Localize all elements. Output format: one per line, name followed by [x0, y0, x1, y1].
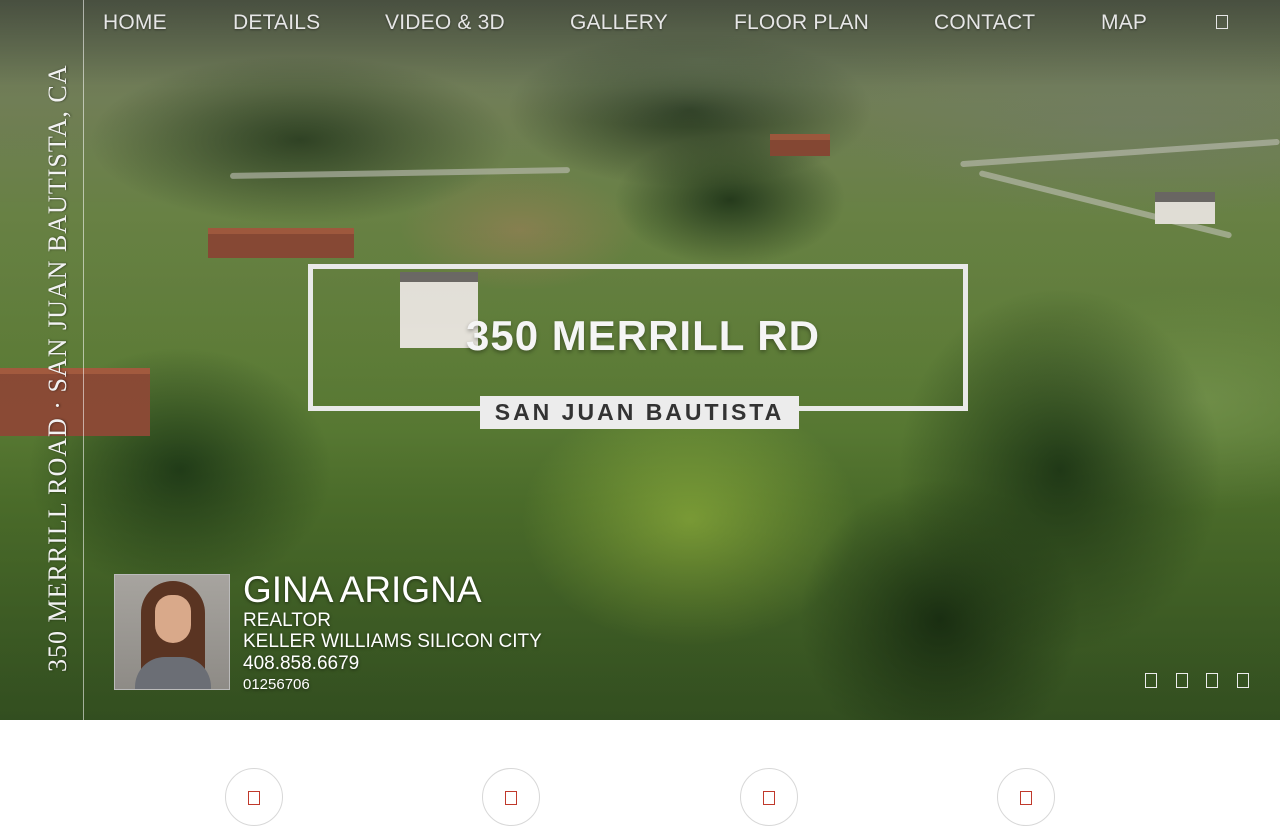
slider-dot[interactable] — [1176, 673, 1188, 688]
agent-company: KELLER WILLIAMS SILICON CITY — [243, 631, 542, 652]
agent-license: 01256706 — [243, 676, 310, 693]
feature-button-1[interactable] — [225, 768, 283, 826]
feature-icon — [1020, 791, 1032, 805]
agent-title: REALTOR — [243, 610, 331, 631]
nav-gallery[interactable]: GALLERY — [570, 11, 668, 35]
feature-button-3[interactable] — [740, 768, 798, 826]
nav-map[interactable]: MAP — [1101, 11, 1147, 35]
main-nav: HOME DETAILS VIDEO & 3D GALLERY FLOOR PL… — [0, 0, 1280, 46]
agent-phone[interactable]: 408.858.6679 — [243, 653, 359, 675]
nav-contact[interactable]: CONTACT — [934, 11, 1035, 35]
nav-video-3d[interactable]: VIDEO & 3D — [385, 11, 505, 35]
feature-icon — [248, 791, 260, 805]
property-city: SAN JUAN BAUTISTA — [480, 396, 799, 429]
nav-home[interactable]: HOME — [103, 11, 167, 35]
slider-dot[interactable] — [1237, 673, 1249, 688]
agent-name: GINA ARIGNA — [243, 569, 482, 610]
feature-icon — [763, 791, 775, 805]
feature-button-4[interactable] — [997, 768, 1055, 826]
slider-dot[interactable] — [1145, 673, 1157, 688]
slider-dot[interactable] — [1206, 673, 1218, 688]
nav-details[interactable]: DETAILS — [233, 11, 320, 35]
side-title-panel: 350 MERRILL ROAD · SAN JUAN BAUTISTA, CA — [0, 0, 84, 720]
nav-floor-plan[interactable]: FLOOR PLAN — [734, 11, 869, 35]
property-address: 350 MERRILL RD — [466, 312, 820, 359]
agent-photo — [114, 574, 230, 690]
feature-button-2[interactable] — [482, 768, 540, 826]
menu-icon[interactable] — [1216, 15, 1228, 29]
feature-icon — [505, 791, 517, 805]
side-vertical-title: 350 MERRILL ROAD · SAN JUAN BAUTISTA, CA — [43, 64, 72, 672]
